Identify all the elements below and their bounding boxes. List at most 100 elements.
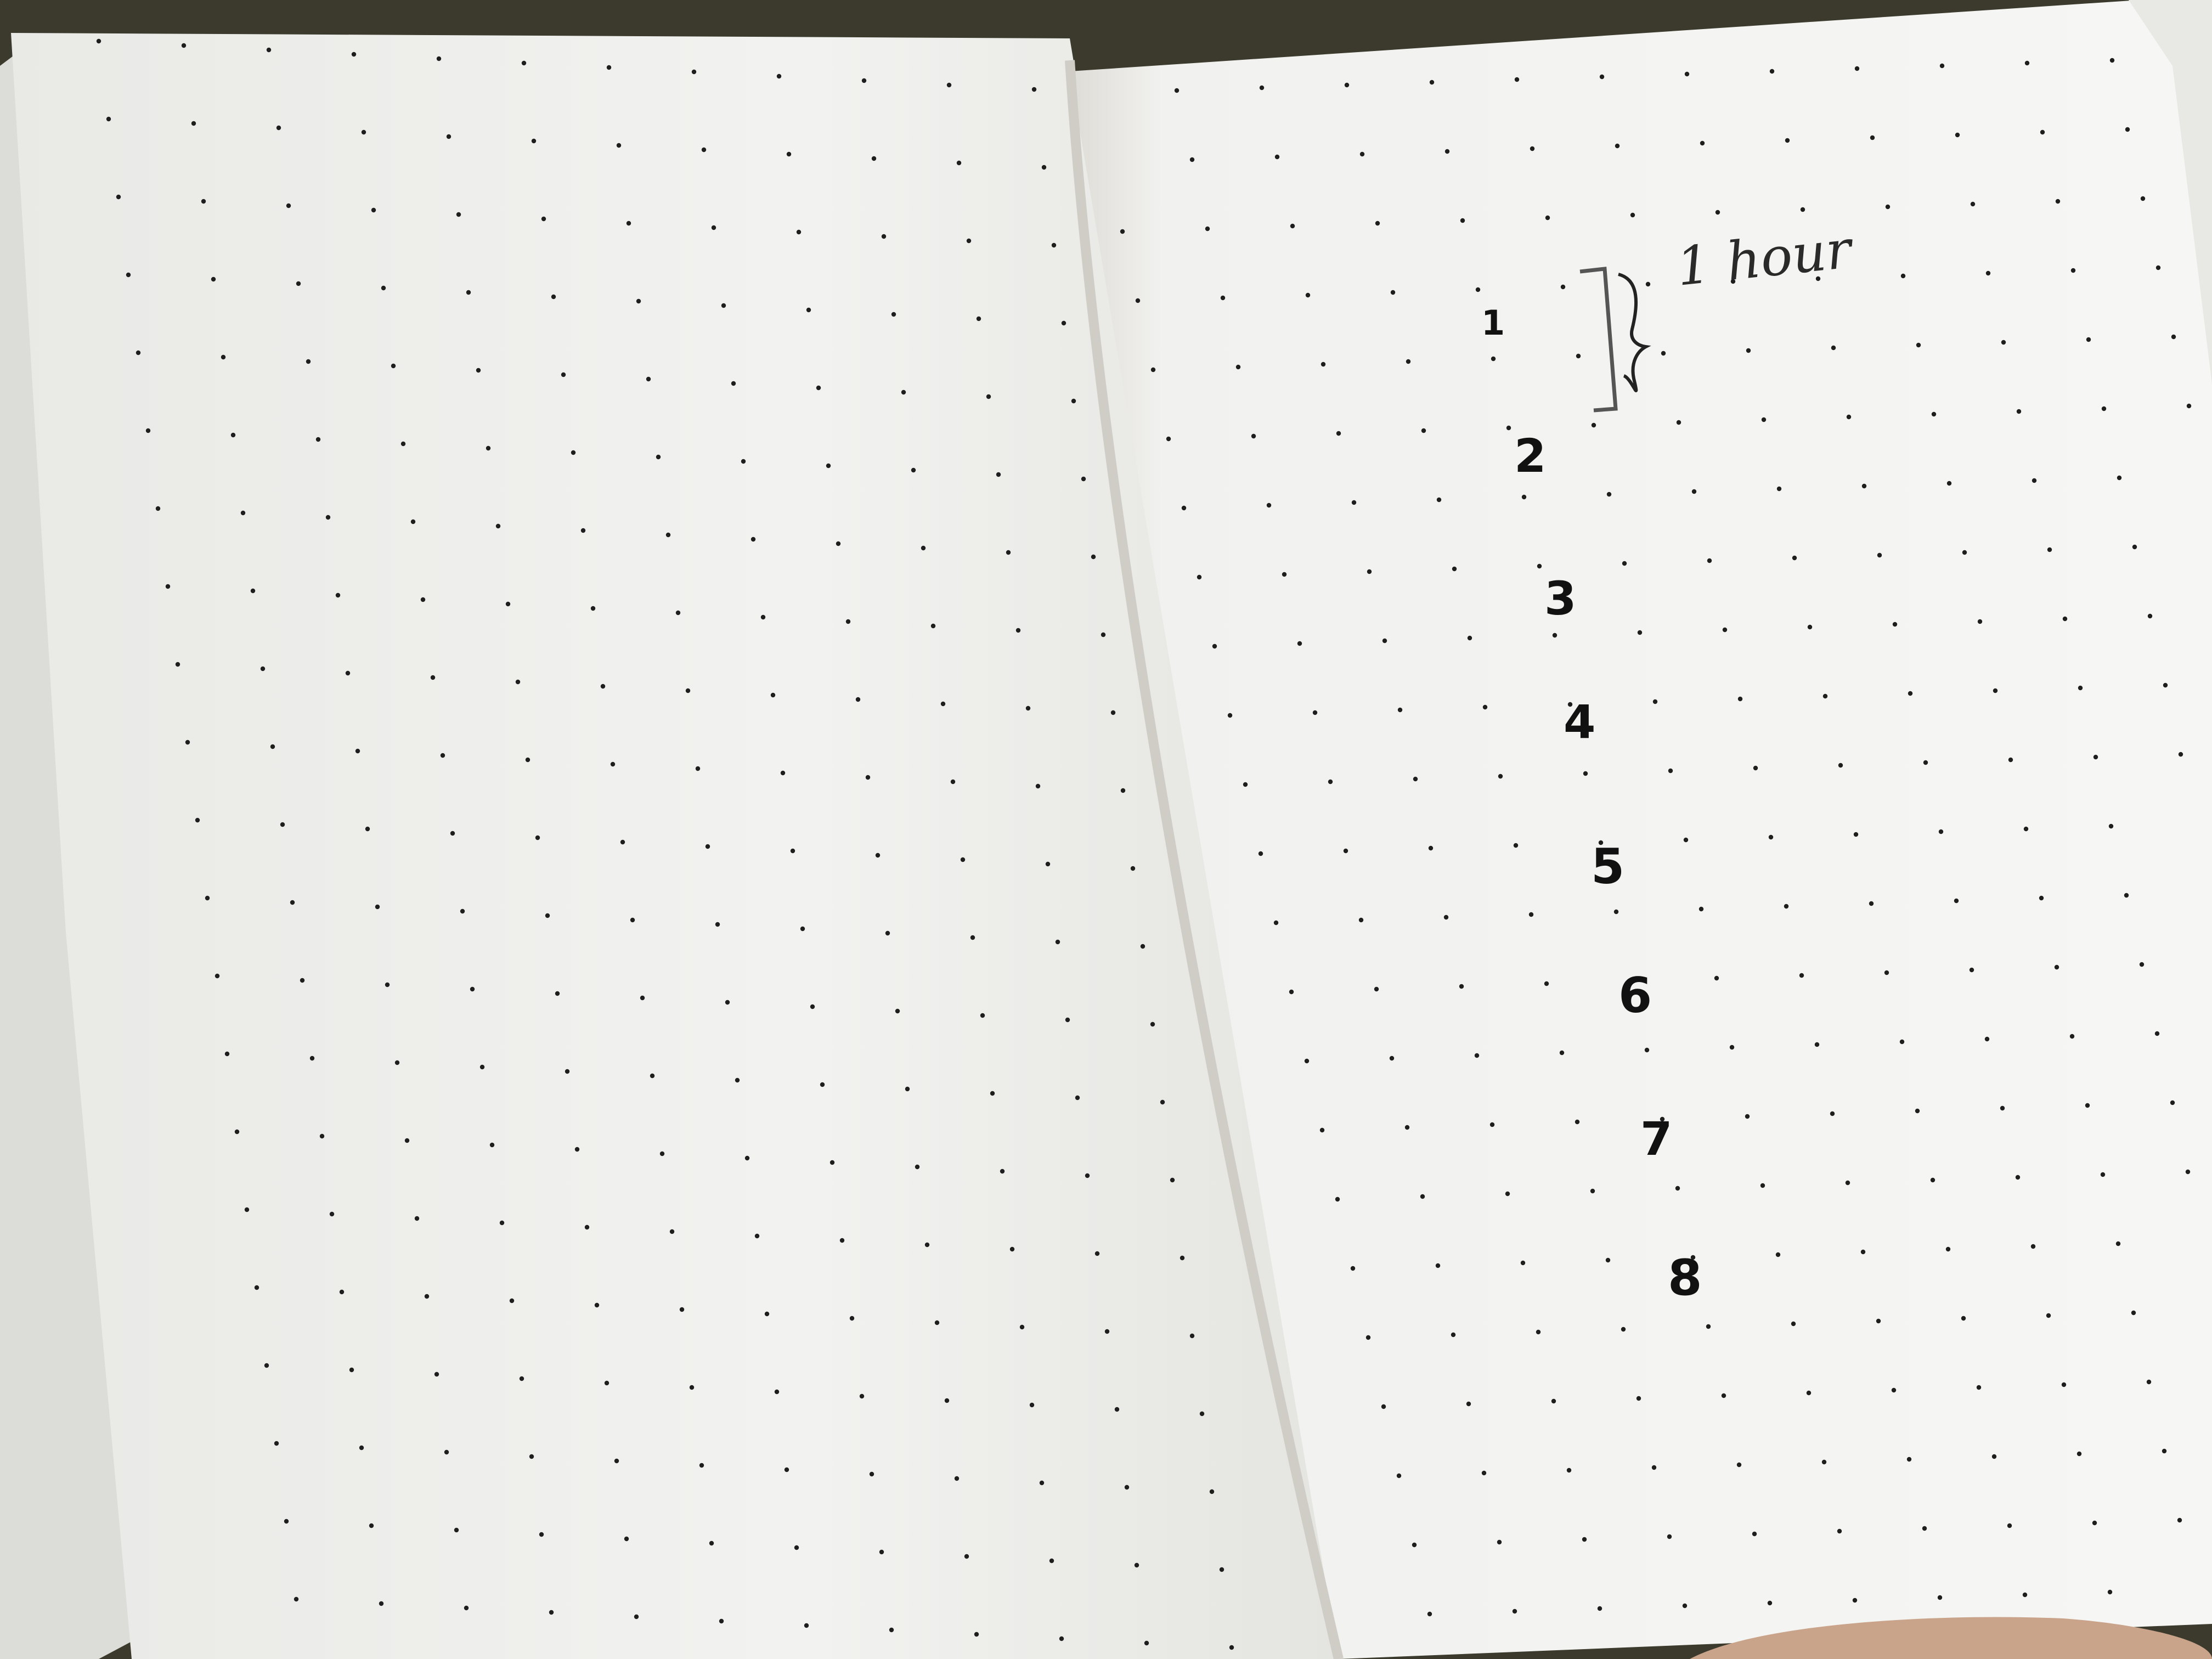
grid-dot	[675, 610, 681, 616]
grid-dot	[1745, 1114, 1750, 1119]
grid-dot	[351, 52, 357, 57]
grid-dot	[2076, 1451, 2082, 1457]
grid-dot	[934, 1320, 940, 1325]
grid-dot	[1041, 165, 1047, 170]
grid-dot	[1560, 284, 1566, 290]
grid-dot	[365, 826, 370, 832]
notebook-photo: 12345678 1 hour	[0, 0, 2212, 1659]
grid-dot	[875, 853, 881, 858]
grid-dot	[2047, 547, 2052, 552]
grid-dot	[2032, 478, 2037, 483]
grid-dot	[315, 437, 321, 442]
grid-dot	[946, 82, 952, 88]
grid-dot	[1845, 1180, 1850, 1186]
grid-dot	[1420, 1194, 1425, 1199]
grid-dot	[735, 1077, 740, 1083]
grid-dot	[1160, 1099, 1165, 1105]
grid-dot	[294, 1596, 299, 1602]
grid-dot	[1707, 558, 1712, 563]
grid-dot	[1768, 834, 1774, 840]
grid-dot	[990, 1091, 995, 1096]
grid-dot	[2086, 337, 2091, 342]
grid-dot	[1343, 848, 1348, 854]
grid-dot	[2054, 964, 2059, 970]
grid-dot	[1351, 500, 1357, 505]
grid-dot	[1575, 1119, 1580, 1125]
grid-dot	[616, 143, 622, 148]
grid-dot	[2100, 1172, 2106, 1177]
grid-dot	[709, 1541, 714, 1546]
grid-dot	[1838, 763, 1843, 768]
grid-dot	[1212, 644, 1217, 649]
grid-dot	[1025, 706, 1031, 711]
grid-dot	[1150, 1022, 1155, 1027]
grid-dot	[790, 848, 795, 854]
grid-dot	[1243, 782, 1248, 787]
grid-dot	[1367, 569, 1372, 574]
grid-dot	[2085, 1103, 2090, 1108]
grid-dot	[276, 125, 281, 131]
grid-dot	[2108, 823, 2114, 829]
grid-dot	[1955, 132, 1960, 138]
grid-dot	[515, 679, 521, 685]
grid-dot	[244, 1207, 250, 1212]
grid-dot	[535, 835, 540, 840]
grid-dot	[1985, 270, 1991, 276]
handwritten-number: 7	[1640, 1112, 1672, 1166]
grid-dot	[1822, 693, 1828, 699]
grid-dot	[1651, 1465, 1657, 1470]
grid-dot	[381, 285, 386, 291]
grid-dot	[1466, 1401, 1471, 1407]
grid-dot	[1134, 1562, 1139, 1568]
grid-dot	[1814, 1042, 1820, 1047]
grid-dot	[624, 1536, 629, 1542]
grid-dot	[96, 38, 101, 44]
grid-dot	[1000, 1169, 1005, 1174]
grid-dot	[1498, 774, 1503, 779]
grid-dot	[960, 857, 966, 862]
grid-dot	[1736, 1462, 1742, 1468]
grid-dot	[865, 775, 871, 780]
grid-dot	[614, 1458, 619, 1464]
grid-dot	[1752, 1531, 1757, 1537]
grid-dot	[270, 744, 275, 749]
grid-dot	[1714, 975, 1719, 981]
grid-dot	[806, 307, 811, 313]
grid-dot	[1444, 149, 1450, 154]
grid-dot	[505, 601, 511, 607]
grid-dot	[901, 390, 906, 395]
grid-dot	[410, 519, 416, 524]
grid-dot	[1015, 628, 1021, 633]
grid-dot	[1497, 1539, 1502, 1545]
grid-dot	[1205, 226, 1210, 232]
grid-dot	[1336, 431, 1341, 436]
grid-dot	[1776, 486, 1782, 492]
grid-dot	[1390, 290, 1396, 295]
grid-dot	[1489, 1122, 1495, 1127]
grid-dot	[404, 1138, 410, 1143]
grid-dot	[954, 1476, 960, 1481]
grid-dot	[260, 666, 266, 672]
grid-dot	[810, 1004, 815, 1009]
grid-dot	[1006, 550, 1011, 555]
grid-dot	[274, 1441, 279, 1446]
grid-dot	[1335, 1197, 1340, 1202]
grid-dot	[2062, 616, 2068, 622]
grid-dot	[1019, 1324, 1025, 1330]
grid-dot	[1769, 69, 1775, 74]
grid-dot	[2007, 1523, 2012, 1528]
grid-dot	[495, 523, 501, 529]
grid-dot	[1382, 638, 1387, 644]
grid-dot	[444, 1449, 449, 1455]
grid-dot	[1282, 572, 1287, 577]
grid-dot	[1124, 1485, 1130, 1490]
grid-dot	[1937, 1595, 1943, 1600]
grid-dot	[1227, 713, 1233, 718]
grid-dot	[250, 588, 256, 594]
grid-dot	[454, 1527, 459, 1533]
grid-dot	[776, 74, 782, 79]
grid-dot	[1566, 1468, 1572, 1473]
grid-dot	[1344, 82, 1350, 88]
grid-dot	[855, 697, 861, 702]
grid-dot	[1916, 342, 1921, 348]
